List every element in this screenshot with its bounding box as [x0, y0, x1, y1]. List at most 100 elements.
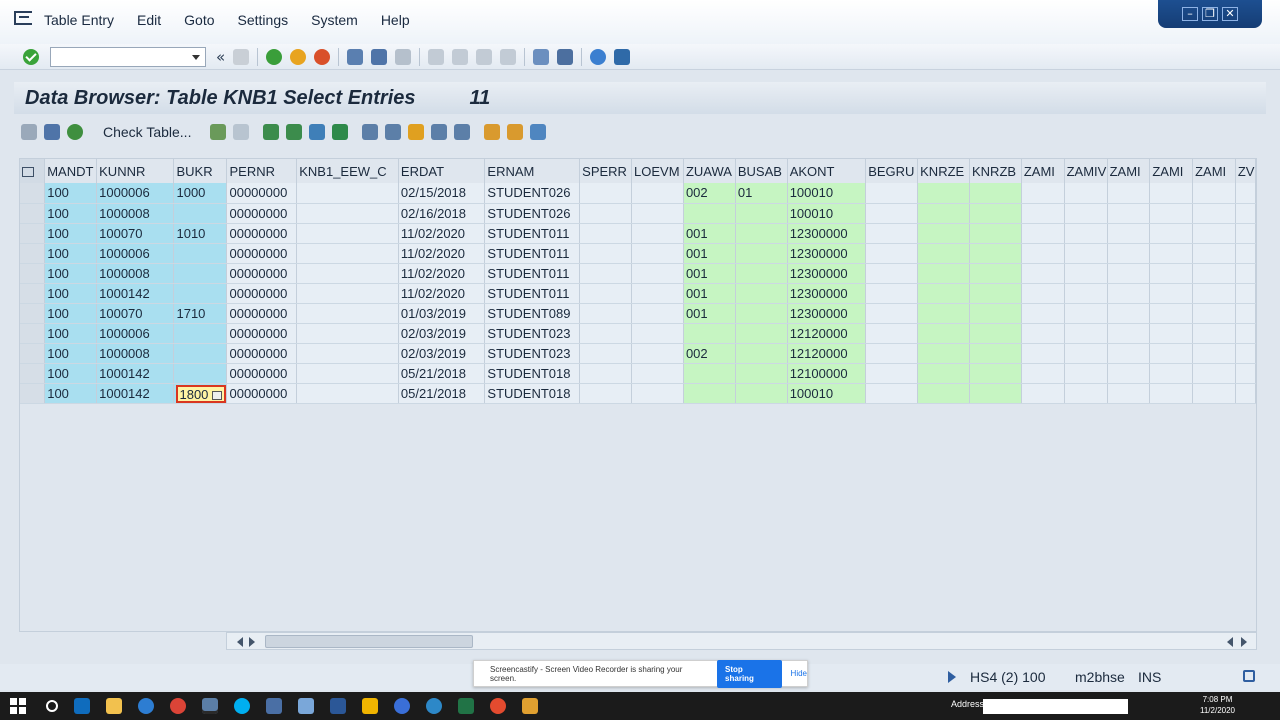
horizontal-scrollbar[interactable] [226, 632, 1257, 650]
table-cell[interactable] [173, 263, 228, 284]
table-cell[interactable] [683, 203, 736, 224]
table-cell[interactable] [1149, 263, 1194, 284]
row-selector[interactable] [20, 203, 46, 224]
table-cell[interactable] [683, 363, 736, 384]
table-cell[interactable] [1021, 183, 1065, 204]
table-cell[interactable] [865, 223, 919, 244]
table-cell[interactable] [1107, 223, 1151, 244]
table-cell[interactable] [1149, 243, 1194, 264]
table-cell[interactable] [173, 343, 228, 364]
table-cell[interactable]: 1000142 [96, 283, 175, 304]
table-cell[interactable] [1064, 303, 1108, 324]
table-cell[interactable]: 100010 [787, 383, 867, 404]
table-cell[interactable] [1064, 343, 1108, 364]
table-cell[interactable] [173, 203, 228, 224]
row-selector[interactable] [20, 343, 46, 364]
table-cell[interactable]: 02/16/2018 [398, 203, 486, 224]
table-cell[interactable] [579, 283, 633, 304]
table-cell[interactable] [969, 323, 1022, 344]
stop-sharing-button[interactable]: Stop sharing [717, 659, 782, 688]
table-cell[interactable] [1021, 243, 1065, 264]
table-cell[interactable] [1064, 183, 1108, 204]
table-cell[interactable]: 100 [44, 203, 98, 224]
excel-icon[interactable] [458, 698, 474, 714]
layout-menu-icon[interactable] [614, 48, 631, 65]
table-cell[interactable] [865, 303, 919, 324]
table-cell[interactable]: 002 [683, 183, 736, 204]
address-input[interactable] [983, 699, 1128, 714]
table-cell[interactable] [296, 223, 399, 244]
table-cell[interactable] [296, 303, 399, 324]
column-header[interactable]: ERNAM [484, 159, 581, 183]
table-cell[interactable] [917, 383, 970, 404]
table-cell[interactable] [296, 323, 399, 344]
table-cell[interactable] [1107, 283, 1151, 304]
table-cell[interactable] [579, 183, 633, 204]
column-header[interactable]: ZAMI [1107, 159, 1151, 183]
column-header[interactable]: BUSAB [735, 159, 788, 183]
table-cell[interactable] [735, 263, 788, 284]
table-cell[interactable]: 100 [44, 323, 98, 344]
table-cell[interactable]: 1000006 [96, 183, 175, 204]
table-cell[interactable] [631, 303, 684, 324]
column-header[interactable]: ERDAT [398, 159, 486, 183]
row-selector[interactable] [20, 243, 46, 264]
column-header[interactable]: KUNNR [96, 159, 175, 183]
table-cell[interactable]: 1000 [173, 183, 228, 204]
table-cell[interactable] [173, 243, 228, 264]
table-cell[interactable] [1192, 283, 1236, 304]
table-cell[interactable] [969, 203, 1022, 224]
table-cell[interactable]: 100 [44, 183, 98, 204]
table-cell[interactable] [631, 283, 684, 304]
word-processing-icon[interactable] [431, 124, 448, 140]
table-cell[interactable] [296, 363, 399, 384]
table-cell[interactable] [1064, 383, 1108, 404]
table-cell[interactable] [1192, 323, 1236, 344]
table-cell[interactable] [579, 343, 633, 364]
table-cell[interactable]: STUDENT018 [484, 363, 581, 384]
last-page-icon[interactable] [500, 48, 517, 65]
table-cell[interactable] [917, 223, 970, 244]
row-selector[interactable] [20, 303, 46, 324]
media-player-icon[interactable] [522, 698, 538, 714]
table-cell[interactable] [1021, 203, 1065, 224]
save-icon[interactable] [233, 48, 250, 65]
windows-start-icon[interactable] [10, 698, 26, 714]
table-cell[interactable] [579, 223, 633, 244]
table-cell[interactable]: 1000008 [96, 263, 175, 284]
table-cell[interactable] [735, 343, 788, 364]
table-cell[interactable]: 100010 [787, 183, 867, 204]
table-cell[interactable] [631, 183, 684, 204]
table-cell[interactable] [1107, 303, 1151, 324]
table-cell[interactable] [631, 263, 684, 284]
table-cell[interactable]: STUDENT011 [484, 283, 581, 304]
menu-settings[interactable]: Settings [238, 12, 289, 28]
table-cell[interactable]: 1000008 [96, 343, 175, 364]
table-cell[interactable]: 100 [44, 283, 98, 304]
table-cell[interactable] [173, 323, 228, 344]
glasses-icon[interactable] [21, 124, 37, 140]
table-cell[interactable] [1107, 383, 1151, 404]
table-cell[interactable]: 12120000 [787, 323, 867, 344]
next-page-icon[interactable] [476, 48, 493, 65]
table-cell[interactable] [735, 383, 788, 404]
row-selector[interactable] [20, 383, 46, 404]
table-cell[interactable] [969, 223, 1022, 244]
table-cell[interactable] [1235, 303, 1256, 324]
collapse-chevron-icon[interactable]: « [216, 48, 225, 66]
find-icon[interactable] [371, 48, 388, 65]
table-cell[interactable] [969, 243, 1022, 264]
menu-table-entry[interactable]: Table Entry [44, 12, 114, 28]
skype-icon[interactable] [234, 698, 250, 714]
table-cell[interactable] [1107, 243, 1151, 264]
table-cell[interactable] [865, 383, 919, 404]
local-file-icon[interactable] [454, 124, 471, 140]
notes-icon[interactable] [298, 698, 314, 714]
table-cell[interactable] [631, 323, 684, 344]
table-cell[interactable] [579, 303, 633, 324]
table-cell[interactable]: 001 [683, 223, 736, 244]
lock-icon[interactable] [1243, 670, 1255, 682]
column-header[interactable]: ZV [1235, 159, 1256, 183]
column-header[interactable]: KNRZB [969, 159, 1022, 183]
table-cell[interactable] [1107, 323, 1151, 344]
